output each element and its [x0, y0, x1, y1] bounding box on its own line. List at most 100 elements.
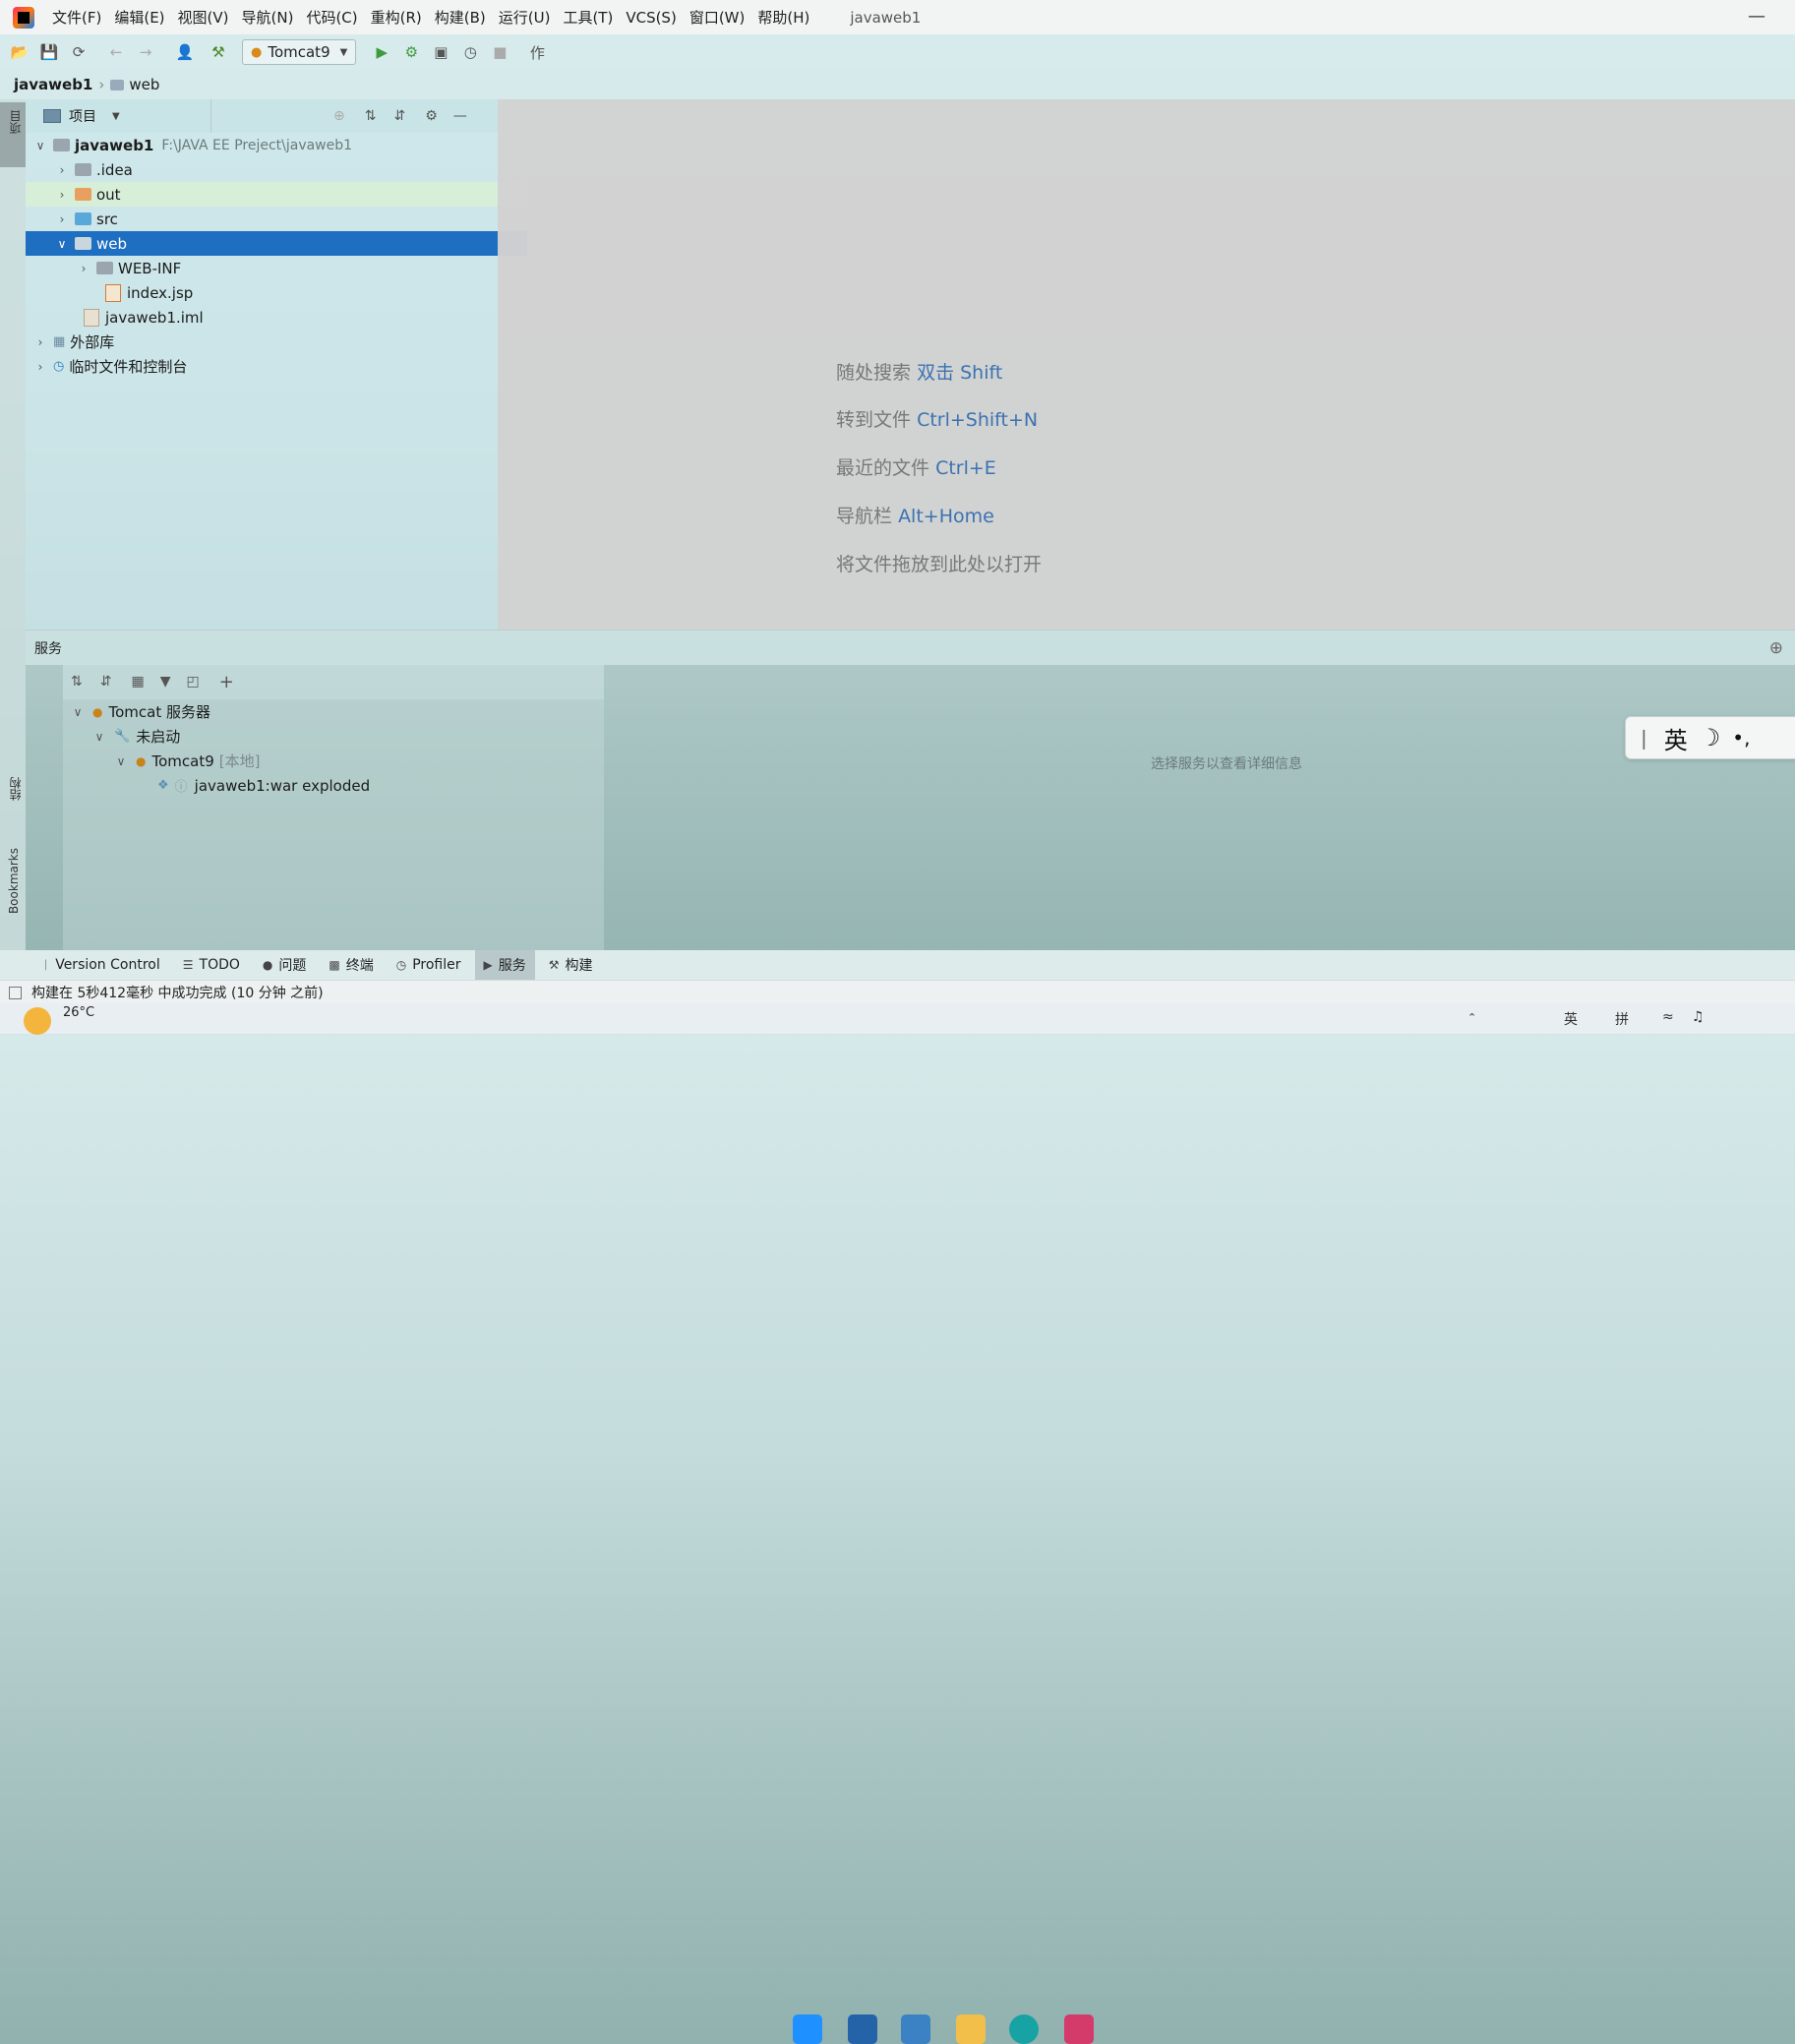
menu-file[interactable]: 文件(F) — [52, 7, 101, 28]
wifi-icon[interactable]: ≈ — [1662, 1009, 1674, 1025]
collapse-all-icon[interactable]: ⇵ — [100, 674, 112, 690]
file-explorer-icon[interactable] — [956, 2014, 986, 2044]
editor-area[interactable]: 随处搜索 双击 Shift 转到文件 Ctrl+Shift+N 最近的文件 Ct… — [498, 99, 1795, 630]
chevron-right-icon[interactable]: › — [33, 335, 47, 349]
menu-build[interactable]: 构建(B) — [435, 7, 486, 28]
tab-services[interactable]: ▶ 服务 — [474, 950, 535, 980]
add-service-icon[interactable]: + — [219, 672, 234, 692]
project-view-selector[interactable]: 项目 ▼ — [26, 99, 211, 133]
chevron-down-icon[interactable]: ∨ — [92, 730, 106, 744]
profile-icon[interactable]: ◷ — [460, 42, 480, 62]
photos-icon[interactable] — [901, 2014, 930, 2044]
filter-icon[interactable]: ▼ — [160, 674, 171, 690]
bookmarks-tool-label[interactable]: Bookmarks — [7, 848, 21, 914]
back-icon[interactable]: ← — [106, 42, 126, 62]
locate-icon[interactable]: ⊕ — [333, 108, 345, 124]
tree-row-iml[interactable]: javaweb1.iml — [26, 305, 549, 330]
services-row-tomcat-server[interactable]: ∨ ● Tomcat 服务器 — [63, 699, 612, 724]
tree-row-webinf[interactable]: › WEB-INF — [26, 256, 549, 280]
menu-tools[interactable]: 工具(T) — [563, 7, 613, 28]
open-folder-icon[interactable]: 📂 — [10, 42, 30, 62]
taskbar-ime-language[interactable]: 英 — [1564, 1009, 1578, 1029]
run-config-dropdown[interactable]: ● Tomcat9 ▼ — [242, 39, 357, 65]
ime-punctuation-icon[interactable]: •, — [1732, 726, 1750, 750]
sync-icon[interactable]: ⟳ — [69, 42, 89, 62]
tree-row-idea[interactable]: › .idea — [26, 157, 527, 182]
tree-row-src[interactable]: › src — [26, 207, 527, 231]
chevron-up-icon[interactable]: ⌃ — [1467, 1011, 1476, 1024]
hide-icon[interactable]: — — [453, 108, 467, 124]
structure-tool-label[interactable]: 结构 — [7, 777, 24, 801]
minimize-button[interactable]: — — [1748, 6, 1765, 27]
chevron-right-icon[interactable]: › — [55, 212, 69, 226]
tree-row-libs[interactable]: › ▦ 外部库 — [26, 330, 506, 354]
build-hammer-icon[interactable]: ⚒ — [209, 42, 228, 62]
start-icon[interactable] — [793, 2014, 822, 2044]
menu-code[interactable]: 代码(C) — [306, 7, 357, 28]
hint-text: 导航栏 — [836, 506, 893, 527]
breadcrumb-project[interactable]: javaweb1 — [14, 76, 92, 93]
new-tab-icon[interactable]: ◰ — [186, 674, 199, 690]
forward-icon[interactable]: → — [136, 42, 155, 62]
tab-version-control[interactable]: ᛁ Version Control — [33, 950, 169, 980]
intellij-taskbar-icon[interactable] — [1064, 2014, 1094, 2044]
taskbar-ime-mode[interactable]: 拼 — [1615, 1009, 1629, 1029]
chevron-down-icon[interactable]: ∨ — [55, 237, 69, 251]
ime-moon-icon[interactable]: ☽ — [1700, 724, 1721, 751]
save-icon[interactable]: 💾 — [39, 42, 59, 62]
tree-row-root[interactable]: ∨ javaweb1 F:\JAVA EE Preject\javaweb1 — [26, 133, 506, 157]
run-icon[interactable]: ▶ — [372, 42, 391, 62]
run-config-label: Tomcat9 — [268, 43, 330, 61]
weather-temperature[interactable]: 26°C — [63, 1005, 94, 1020]
locate-icon[interactable]: ⊕ — [1769, 638, 1783, 658]
tab-label: 问题 — [278, 958, 307, 974]
ime-toolbar[interactable]: ❘ 英 ☽ •, — [1625, 716, 1795, 759]
translate-icon[interactable]: 作 — [527, 42, 547, 62]
debug-icon[interactable]: ⚙ — [401, 42, 421, 62]
collapse-all-icon[interactable]: ⇵ — [393, 108, 405, 124]
menu-refactor[interactable]: 重构(R) — [371, 7, 422, 28]
chevron-down-icon[interactable]: ∨ — [114, 754, 128, 768]
volume-icon[interactable]: ♫ — [1692, 1009, 1705, 1025]
weather-icon[interactable] — [24, 1007, 51, 1035]
user-icon[interactable]: 👤 — [175, 42, 195, 62]
menu-edit[interactable]: 编辑(E) — [114, 7, 164, 28]
tree-row-out[interactable]: › out — [26, 182, 527, 207]
coverage-icon[interactable]: ▣ — [431, 42, 450, 62]
chevron-down-icon[interactable]: ∨ — [71, 705, 85, 719]
menu-vcs[interactable]: VCS(S) — [626, 9, 676, 27]
status-message[interactable]: 构建在 5秒412毫秒 中成功完成 (10 分钟 之前) — [31, 983, 324, 1002]
breadcrumb-folder[interactable]: web — [129, 76, 159, 93]
edge-icon[interactable] — [1009, 2014, 1039, 2044]
chevron-right-icon[interactable]: › — [77, 262, 90, 275]
services-row-not-started[interactable]: ∨ 🔧 未启动 — [63, 724, 633, 749]
group-by-icon[interactable]: ▦ — [131, 674, 144, 690]
ime-language[interactable]: 英 — [1664, 721, 1688, 755]
tab-terminal[interactable]: ▩ 终端 — [320, 950, 382, 980]
chevron-right-icon[interactable]: › — [55, 188, 69, 202]
menu-window[interactable]: 窗口(W) — [689, 7, 746, 28]
chevron-down-icon[interactable]: ∨ — [33, 139, 47, 152]
mail-icon[interactable] — [848, 2014, 877, 2044]
expand-all-icon[interactable]: ⇅ — [71, 674, 83, 690]
ime-handle-icon[interactable]: ❘ — [1636, 726, 1652, 750]
menu-run[interactable]: 运行(U) — [499, 7, 551, 28]
toggle-tool-windows-icon[interactable] — [9, 986, 22, 999]
tree-row-scratches[interactable]: › ◷ 临时文件和控制台 — [26, 354, 506, 379]
tab-build[interactable]: ⚒ 构建 — [540, 950, 602, 980]
chevron-right-icon[interactable]: › — [33, 360, 47, 374]
menu-help[interactable]: 帮助(H) — [757, 7, 809, 28]
menu-navigate[interactable]: 导航(N) — [242, 7, 294, 28]
tree-row-web[interactable]: ∨ web — [26, 231, 527, 256]
menu-view[interactable]: 视图(V) — [178, 7, 229, 28]
tab-profiler[interactable]: ◷ Profiler — [388, 950, 470, 980]
tab-problems[interactable]: ● 问题 — [254, 950, 315, 980]
stop-icon[interactable]: ■ — [490, 42, 509, 62]
expand-all-icon[interactable]: ⇅ — [365, 108, 377, 124]
chevron-right-icon[interactable]: › — [55, 163, 69, 177]
tree-row-index[interactable]: index.jsp — [26, 280, 570, 305]
tab-todo[interactable]: ☰ TODO — [174, 950, 249, 980]
services-row-tomcat9[interactable]: ∨ ● Tomcat9 [本地] — [63, 749, 655, 773]
project-tool-button[interactable]: 项目 — [0, 102, 26, 167]
gear-icon[interactable]: ⚙ — [425, 108, 438, 124]
